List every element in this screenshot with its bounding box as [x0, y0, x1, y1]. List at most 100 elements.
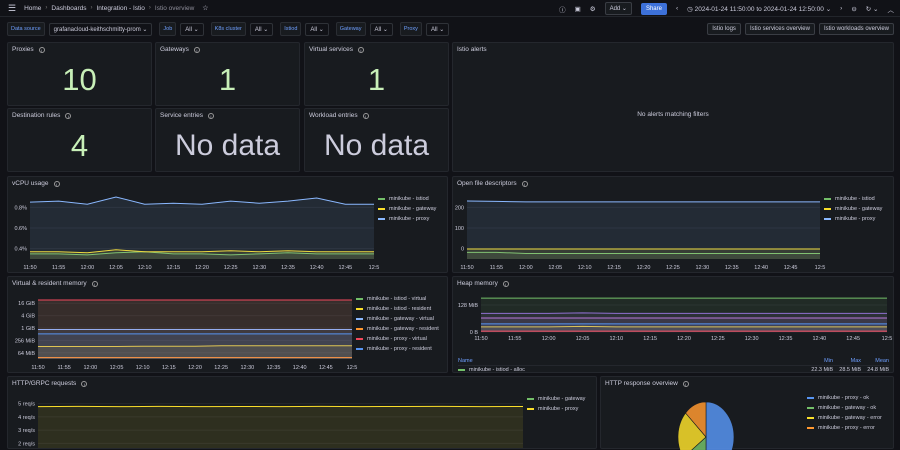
legend-item[interactable]: minikube - gateway — [527, 394, 585, 404]
link-istio-workloads[interactable]: Istio workloads overview — [819, 23, 894, 35]
legend-item[interactable]: minikube - proxy - resident — [356, 344, 439, 354]
zoom-out-icon[interactable]: ⊖ — [851, 5, 856, 13]
link-istio-services[interactable]: Istio services overview — [745, 23, 815, 35]
save-icon[interactable]: ▣ — [575, 5, 581, 13]
stat-value: No data — [305, 123, 448, 169]
variable-value: All — [375, 27, 382, 33]
x-tick-label: 12:05 — [109, 265, 123, 271]
x-tick-label: 12:30 — [745, 336, 759, 342]
legend-label: minikube - proxy - ok — [818, 395, 869, 401]
x-tick-label: 12:45 — [846, 336, 860, 342]
time-back-icon[interactable]: ‹ — [676, 5, 678, 12]
legend-item[interactable]: minikube - proxy — [378, 214, 436, 224]
info-icon[interactable]: i — [363, 113, 369, 119]
variable-label: K8s cluster — [211, 22, 246, 36]
table-header[interactable]: Mean — [861, 358, 889, 364]
share-button[interactable]: Share — [641, 3, 667, 15]
variable-value: All — [255, 27, 262, 33]
x-tick-label: 12:05 — [110, 365, 124, 371]
x-tick-label: 12:45 — [784, 265, 798, 271]
legend-item[interactable]: minikube - istiod - resident — [356, 304, 439, 314]
x-tick-label: 12:35 — [725, 265, 739, 271]
table-cell: 24.8 MiB — [861, 367, 889, 373]
series-line[interactable] — [467, 201, 820, 202]
x-tick-label: 12:30 — [240, 365, 254, 371]
table-header[interactable]: Min — [805, 358, 833, 364]
x-tick-label: 12:00 — [83, 365, 97, 371]
y-tick-label: 64 MiB — [18, 351, 35, 357]
series-area — [30, 197, 374, 259]
legend-swatch — [807, 397, 814, 399]
variable-select[interactable]: All ⌄ — [370, 23, 393, 36]
breadcrumb-home[interactable]: Home — [24, 5, 41, 12]
legend-item[interactable]: minikube - istiod - virtual — [356, 294, 439, 304]
link-istio-logs[interactable]: Istio logs — [707, 23, 741, 35]
info-icon[interactable]: i — [194, 47, 200, 53]
legend-item[interactable]: minikube - gateway - ok — [807, 403, 882, 413]
table-header[interactable]: Max — [833, 358, 861, 364]
legend-swatch — [378, 198, 385, 200]
variable-select[interactable]: All ⌄ — [180, 23, 203, 36]
table-cell: minikube - istiod - alloc — [469, 367, 525, 373]
variable-label: Job — [159, 22, 176, 36]
refresh-icon[interactable]: ↻ ⌄ — [866, 5, 879, 13]
table-row[interactable]: minikube - istiod - alloc22.3 MiB28.5 Mi… — [458, 366, 889, 373]
timeseries-chart: 010020011:5011:5512:0012:0512:1012:1512:… — [453, 177, 894, 273]
pie-slice[interactable] — [706, 402, 734, 450]
variable-value: grafanacloud-keithschmitty-prom — [54, 27, 141, 33]
x-tick-label: 12:45 — [338, 265, 352, 271]
legend-item[interactable]: minikube - proxy - virtual — [356, 334, 439, 344]
info-icon[interactable]: i — [208, 113, 214, 119]
panel-title: Proxies — [12, 46, 34, 53]
x-tick-label: 11:50 — [31, 365, 44, 371]
legend-item[interactable]: minikube - gateway - resident — [356, 324, 439, 334]
series-area — [467, 201, 820, 259]
legend-label: minikube - istiod - virtual — [367, 296, 426, 302]
legend-item[interactable]: minikube - proxy - ok — [807, 393, 882, 403]
legend-item[interactable]: minikube - istiod — [824, 194, 882, 204]
stat-panel: Workload entriesiNo data — [304, 108, 449, 172]
star-icon[interactable]: ☆ — [202, 4, 208, 12]
variable-select[interactable]: All ⌄ — [305, 23, 328, 36]
breadcrumb-folder[interactable]: Integration - Istio — [96, 5, 144, 12]
insights-icon[interactable]: ⓘ — [559, 4, 566, 14]
legend-item[interactable]: minikube - gateway — [378, 204, 436, 214]
info-icon[interactable]: i — [358, 47, 364, 53]
legend-item[interactable]: minikube - proxy — [527, 404, 585, 414]
legend-swatch — [807, 407, 814, 409]
info-icon[interactable]: i — [65, 113, 71, 119]
x-tick-label: 12:10 — [136, 365, 150, 371]
stat-panel: Service entriesiNo data — [155, 108, 300, 172]
legend-swatch — [527, 408, 534, 410]
legend-swatch — [356, 318, 363, 320]
variable-select[interactable]: All ⌄ — [426, 23, 449, 36]
add-button[interactable]: Add ⌄ — [605, 2, 632, 15]
time-forward-icon[interactable]: › — [840, 5, 842, 12]
x-tick-label: 12:15 — [643, 336, 657, 342]
collapse-icon[interactable]: ︿ — [888, 4, 895, 14]
x-tick-label: 12:20 — [195, 265, 209, 271]
legend-item[interactable]: minikube - proxy - error — [807, 423, 882, 433]
x-tick-label: 12:00 — [80, 265, 94, 271]
legend-item[interactable]: minikube - gateway - error — [807, 413, 882, 423]
legend-item[interactable]: minikube - istiod — [378, 194, 436, 204]
x-tick-label: 12:25 — [711, 336, 725, 342]
alerts-empty: No alerts matching filters — [453, 111, 893, 118]
y-tick-label: 3 req/s — [18, 428, 35, 434]
breadcrumb-dashboards[interactable]: Dashboards — [51, 5, 86, 12]
legend-item[interactable]: minikube - gateway — [824, 204, 882, 214]
menu-icon[interactable]: ☰ — [8, 3, 16, 14]
legend-swatch — [378, 208, 385, 210]
stat-panel: Virtual servicesi1 — [304, 42, 449, 106]
legend-item[interactable]: minikube - proxy — [824, 214, 882, 224]
time-picker[interactable]: ◷ 2024-01-24 11:50:00 to 2024-01-24 12:5… — [687, 5, 831, 13]
legend-item[interactable]: minikube - gateway - virtual — [356, 314, 439, 324]
y-tick-label: 100 — [455, 226, 464, 232]
info-icon[interactable]: i — [39, 47, 45, 53]
table-header[interactable]: Name — [458, 358, 805, 364]
settings-icon[interactable]: ⚙ — [590, 5, 596, 13]
variable-select[interactable]: grafanacloud-keithschmitty-prom ⌄ — [49, 23, 153, 36]
variable-label: Proxy — [400, 22, 422, 36]
x-tick-label: 12:5 — [347, 365, 358, 371]
variable-select[interactable]: All ⌄ — [250, 23, 273, 36]
